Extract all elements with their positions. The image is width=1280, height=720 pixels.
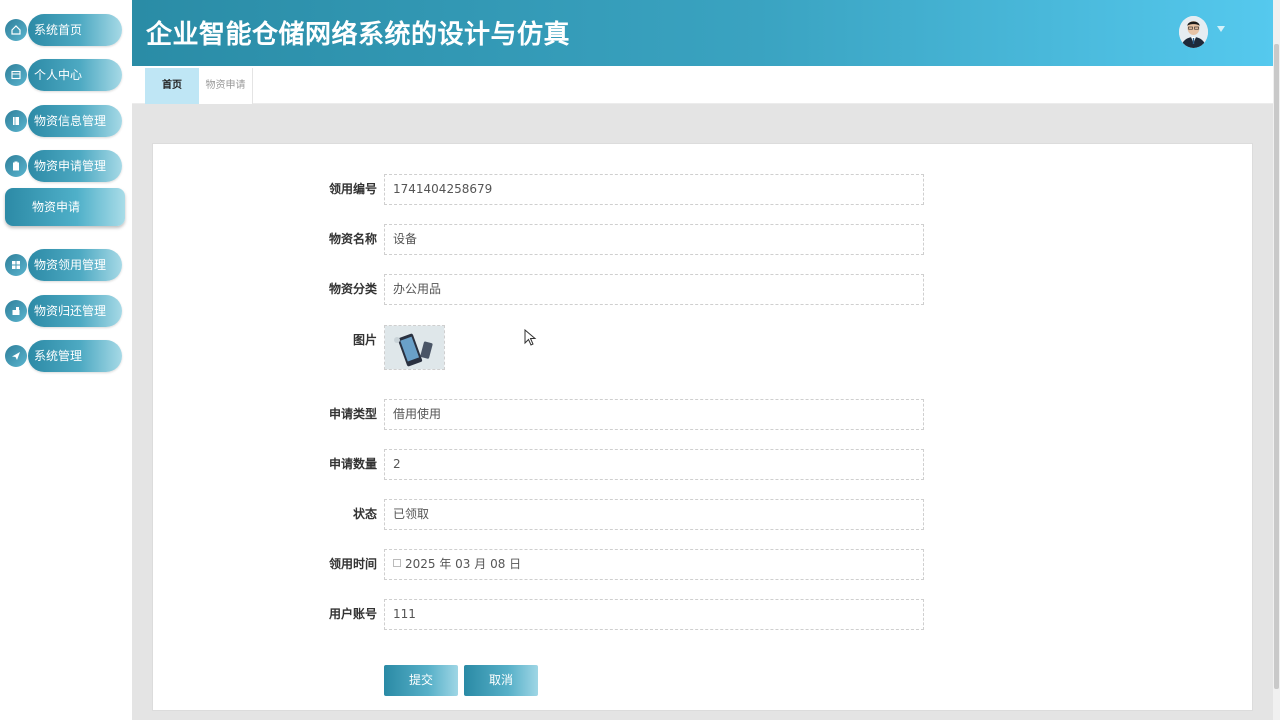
sidebar-item-label: 物资信息管理 [28, 105, 122, 137]
scrollbar-thumb[interactable] [1274, 44, 1279, 689]
code-field[interactable]: 1741404258679 [384, 174, 924, 205]
quantity-field[interactable]: 2 [384, 449, 924, 480]
form-row-image: 图片 [153, 325, 1254, 356]
return-icon [5, 300, 27, 322]
sidebar-item-profile[interactable]: 个人中心 [5, 59, 122, 91]
type-field[interactable]: 借用使用 [384, 399, 924, 430]
form-row-code: 领用编号 1741404258679 [153, 174, 1254, 205]
avatar[interactable] [1179, 16, 1208, 48]
sidebar-item-label: 系统管理 [28, 340, 122, 372]
form-row-quantity: 申请数量 2 [153, 449, 1254, 480]
form-row-name: 物资名称 设备 [153, 224, 1254, 255]
form-row-type: 申请类型 借用使用 [153, 399, 1254, 430]
form-row-time: 领用时间 2025 年 03 月 08 日 [153, 549, 1254, 580]
sidebar-subitem-apply[interactable]: 物资申请 [5, 188, 125, 226]
form-row-account: 用户账号 111 [153, 599, 1254, 630]
calendar-icon [393, 559, 401, 567]
sidebar-item-label: 物资归还管理 [28, 295, 122, 327]
sidebar-item-system[interactable]: 系统管理 [5, 340, 122, 372]
sidebar: 系统首页 个人中心 物资信息管理 物资申请管理 物资申请 物资领用管理 物资归还… [0, 0, 132, 720]
id-card-icon [5, 64, 27, 86]
time-field[interactable]: 2025 年 03 月 08 日 [384, 549, 924, 580]
form-row-status: 状态 已领取 [153, 499, 1254, 530]
main-content: 领用编号 1741404258679 物资名称 设备 物资分类 办公用品 图片 [132, 104, 1273, 720]
material-image[interactable] [384, 325, 445, 370]
form-card: 领用编号 1741404258679 物资名称 设备 物资分类 办公用品 图片 [152, 143, 1253, 711]
category-label: 物资分类 [328, 282, 377, 296]
sidebar-item-receive-manage[interactable]: 物资领用管理 [5, 249, 122, 281]
tab-home[interactable]: 首页 [145, 68, 199, 104]
sidebar-item-apply-manage[interactable]: 物资申请管理 [5, 150, 122, 182]
submit-button[interactable]: 提交 [384, 665, 458, 696]
sidebar-item-home[interactable]: 系统首页 [5, 14, 122, 46]
name-label: 物资名称 [328, 232, 377, 246]
sidebar-item-return-manage[interactable]: 物资归还管理 [5, 295, 122, 327]
grid-icon [5, 254, 27, 276]
send-icon [5, 345, 27, 367]
sidebar-item-label: 物资领用管理 [28, 249, 122, 281]
tab-bar: 首页 物资申请 [132, 66, 1273, 104]
time-label: 领用时间 [328, 557, 377, 571]
home-icon [5, 19, 27, 41]
code-label: 领用编号 [328, 182, 377, 196]
category-field[interactable]: 办公用品 [384, 274, 924, 305]
image-label: 图片 [352, 333, 377, 347]
sidebar-item-label: 系统首页 [28, 14, 122, 46]
status-label: 状态 [352, 507, 377, 521]
mouse-cursor-icon [524, 329, 537, 346]
clipboard-icon [5, 155, 27, 177]
account-field[interactable]: 111 [384, 599, 924, 630]
chevron-down-icon[interactable] [1217, 26, 1225, 32]
tab-material-apply[interactable]: 物资申请 [199, 68, 253, 104]
app-title: 企业智能仓储网络系统的设计与仿真 [146, 20, 571, 50]
sidebar-item-material-info[interactable]: 物资信息管理 [5, 105, 122, 137]
form-row-category: 物资分类 办公用品 [153, 274, 1254, 305]
sidebar-item-label: 物资申请管理 [28, 150, 122, 182]
status-field[interactable]: 已领取 [384, 499, 924, 530]
type-label: 申请类型 [328, 407, 377, 421]
header: 企业智能仓储网络系统的设计与仿真 [132, 0, 1273, 66]
time-value: 2025 年 03 月 08 日 [405, 557, 522, 571]
name-field[interactable]: 设备 [384, 224, 924, 255]
book-icon [5, 110, 27, 132]
quantity-label: 申请数量 [328, 457, 377, 471]
account-label: 用户账号 [328, 607, 377, 621]
cancel-button[interactable]: 取消 [464, 665, 538, 696]
sidebar-item-label: 个人中心 [28, 59, 122, 91]
